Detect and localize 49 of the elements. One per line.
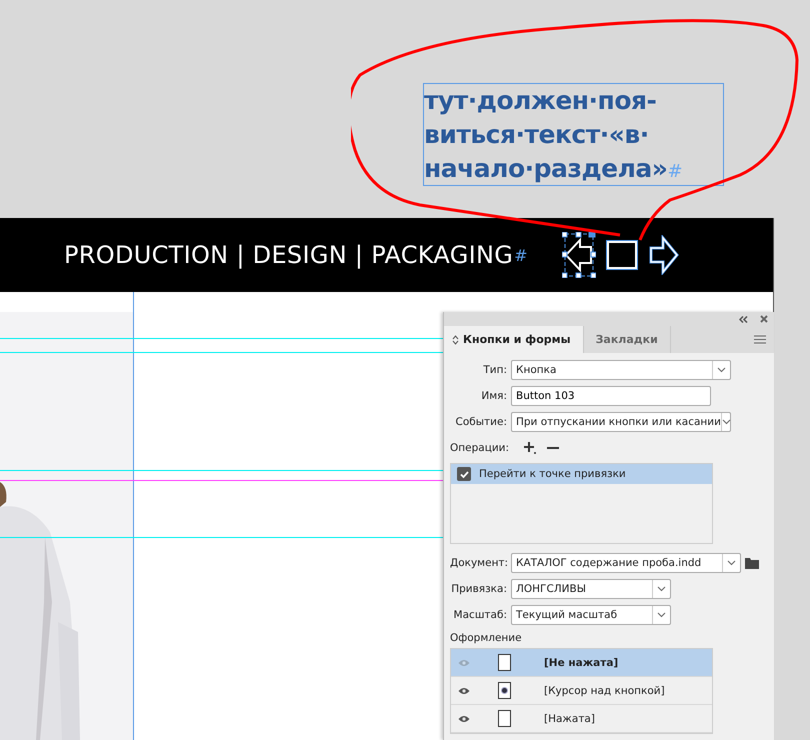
thumbnail-icon	[498, 710, 511, 727]
field-label: Привязка:	[450, 583, 507, 595]
caret-icon	[657, 612, 666, 618]
frame-text-line: виться·текст·«в·	[424, 119, 649, 151]
name-field[interactable]: Button 103	[511, 386, 711, 406]
end-mark: #	[667, 161, 682, 182]
thumbnail-icon	[498, 682, 511, 699]
text-frame[interactable]: тут·должен·поя- виться·текст·«в· начало·раздела»#	[423, 83, 724, 186]
section-label: Оформление	[450, 632, 523, 644]
checkbox[interactable]	[457, 467, 471, 481]
checkmark-icon	[458, 468, 470, 480]
thumbnail-icon	[498, 654, 511, 671]
panel-tab[interactable]: Кнопки и формы	[444, 326, 584, 353]
field-label: Масштаб:	[452, 609, 507, 621]
caret-icon	[727, 560, 736, 566]
header-text: PRODUCTION | DESIGN | PACKAGING	[64, 241, 514, 269]
close-icon[interactable]	[760, 315, 768, 323]
action-item[interactable]: Перейти к точке привязки	[451, 464, 712, 484]
folder-icon[interactable]	[745, 558, 759, 568]
eye-icon[interactable]	[458, 686, 470, 694]
dropdown[interactable]: Кнопка	[511, 360, 731, 380]
field-label: Тип:	[482, 364, 507, 376]
dropdown[interactable]: Текущий масштаб	[511, 605, 671, 625]
field-label: Документ:	[450, 557, 507, 569]
sort-icon	[452, 334, 459, 344]
caret-icon	[717, 367, 726, 373]
end-mark: #	[514, 246, 528, 264]
frame-text-line: начало·раздела»#	[424, 153, 682, 185]
menu-icon[interactable]	[754, 335, 766, 344]
state-label: [Курсор над кнопкой]	[544, 684, 665, 696]
collapse-icon[interactable]	[739, 316, 748, 322]
state-label: [Нажата]	[544, 712, 595, 724]
field-label: Операции:	[450, 442, 510, 454]
forward-arrow-icon[interactable]	[648, 235, 679, 275]
field-label: Событие:	[454, 416, 507, 428]
field-label: Имя:	[480, 390, 507, 402]
dropdown[interactable]: При отпускании кнопки или касании	[511, 412, 731, 432]
add-icon[interactable]	[523, 441, 538, 455]
action-label: Перейти к точке привязки	[479, 468, 626, 480]
state-label: [Не нажата]	[544, 656, 618, 668]
rectangle-icon[interactable]	[604, 239, 639, 271]
state-row[interactable]: [Не нажата]	[451, 649, 712, 677]
caret-icon	[722, 419, 731, 425]
frame-text-line: тут·должен·поя-	[424, 85, 656, 117]
dropdown[interactable]: КАТАЛОГ содержание проба.indd	[511, 553, 741, 573]
remove-icon[interactable]	[547, 446, 560, 450]
dropdown[interactable]: ЛОНГСЛИВЫ	[511, 579, 671, 599]
caret-icon	[657, 586, 666, 592]
eye-icon[interactable]	[458, 714, 470, 722]
